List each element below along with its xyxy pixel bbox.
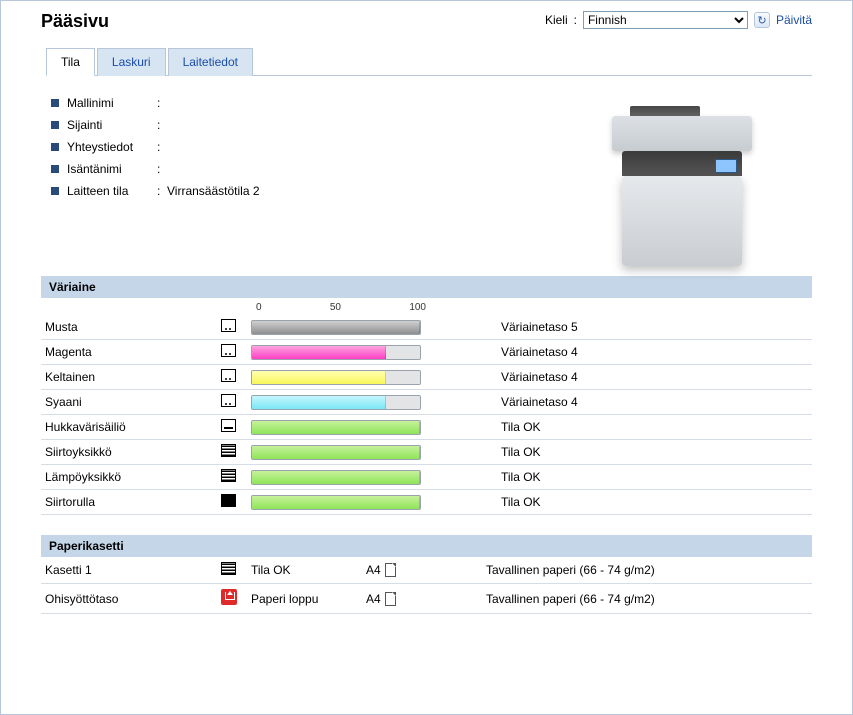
tray-row: Kasetti 1 Tila OKA4 Tavallinen paperi (66…: [41, 557, 812, 584]
tray-size: A4: [366, 592, 486, 606]
supply-status: Tila OK: [441, 470, 812, 484]
supply-name: Syaani: [41, 395, 221, 409]
supply-icon: [221, 344, 251, 360]
info-value: Virransäästötila 2: [167, 184, 260, 198]
section-tray-title: Paperikasetti: [41, 535, 812, 557]
page-title: Pääsivu: [41, 11, 109, 32]
refresh-icon[interactable]: ↻: [754, 12, 770, 28]
info-row-devicestatus: Laitteen tila : Virransäästötila 2: [51, 184, 260, 198]
supply-status: Tila OK: [441, 420, 812, 434]
scale-labels: 0 50 100: [256, 302, 426, 313]
info-row-contact: Yhteystiedot :: [51, 140, 260, 154]
trays-list: Kasetti 1Tila OKA4 Tavallinen paperi (66…: [41, 557, 812, 614]
tab-deviceinfo[interactable]: Laitetiedot: [168, 48, 253, 76]
supply-bar: [251, 420, 421, 435]
info-row-location: Sijainti :: [51, 118, 260, 132]
refresh-link[interactable]: Päivitä: [776, 13, 812, 27]
supply-icon: [221, 394, 251, 410]
supply-icon: [221, 319, 251, 335]
supplies-list: Musta Väriainetaso 5 Magenta Väriainetaso 4…: [41, 315, 812, 515]
supply-icon: [221, 494, 251, 510]
supply-name: Siirtorulla: [41, 495, 221, 509]
supply-row: Keltainen Väriainetaso 4: [41, 365, 812, 390]
language-label: Kieli: [545, 13, 568, 27]
tab-bar: Tila Laskuri Laitetiedot: [46, 47, 812, 76]
supply-status: Tila OK: [441, 445, 812, 459]
supply-icon: [221, 469, 251, 485]
tray-type: Tavallinen paperi (66 - 74 g/m2): [486, 592, 812, 606]
tray-ok-icon: [221, 562, 236, 575]
bullet-icon: [51, 121, 59, 129]
tray-type: Tavallinen paperi (66 - 74 g/m2): [486, 563, 812, 577]
supply-bar: [251, 445, 421, 460]
tray-size: A4: [366, 563, 486, 577]
supply-icon: [221, 444, 251, 460]
tab-status[interactable]: Tila: [46, 48, 95, 76]
supply-name: Lämpöyksikkö: [41, 470, 221, 484]
bullet-icon: [51, 143, 59, 151]
supply-row: Hukkavärisäiliö Tila OK: [41, 415, 812, 440]
supply-status: Väriainetaso 4: [441, 370, 812, 384]
supply-bar: [251, 495, 421, 510]
language-area: Kieli : Finnish ↻ Päivitä: [545, 11, 812, 29]
info-row-hostname: Isäntänimi :: [51, 162, 260, 176]
supply-status: Väriainetaso 5: [441, 320, 812, 334]
tray-error-icon: [221, 589, 237, 605]
tray-name: Kasetti 1: [41, 563, 221, 577]
tray-status: Tila OK: [251, 563, 366, 577]
language-select[interactable]: Finnish: [583, 11, 748, 29]
supply-icon: [221, 369, 251, 385]
tray-row: Ohisyöttötaso Paperi loppuA4 Tavallinen p…: [41, 584, 812, 614]
supply-name: Musta: [41, 320, 221, 334]
info-label: Sijainti: [67, 118, 157, 132]
tab-counter[interactable]: Laskuri: [97, 48, 166, 76]
supply-status: Väriainetaso 4: [441, 395, 812, 409]
supply-bar: [251, 320, 421, 335]
info-row-modelname: Mallinimi :: [51, 96, 260, 110]
supply-row: Syaani Väriainetaso 4: [41, 390, 812, 415]
supply-name: Siirtoyksikkö: [41, 445, 221, 459]
bullet-icon: [51, 187, 59, 195]
info-label: Laitteen tila: [67, 184, 157, 198]
supply-row: Siirtoyksikkö Tila OK: [41, 440, 812, 465]
device-info-list: Mallinimi : Sijainti : Yhteystiedot : Is…: [51, 96, 260, 266]
section-toner-title: Väriaine: [41, 276, 812, 298]
page-icon: [385, 592, 396, 606]
supply-bar: [251, 470, 421, 485]
supply-bar: [251, 345, 421, 360]
supply-row: Lämpöyksikkö Tila OK: [41, 465, 812, 490]
supply-icon: [221, 419, 251, 435]
supply-name: Keltainen: [41, 370, 221, 384]
supply-status: Tila OK: [441, 495, 812, 509]
page-icon: [385, 563, 396, 577]
supply-row: Siirtorulla Tila OK: [41, 490, 812, 515]
supply-row: Magenta Väriainetaso 4: [41, 340, 812, 365]
info-label: Isäntänimi: [67, 162, 157, 176]
bullet-icon: [51, 165, 59, 173]
bullet-icon: [51, 99, 59, 107]
supply-bar: [251, 395, 421, 410]
printer-image: [612, 96, 762, 266]
supply-bar: [251, 370, 421, 385]
tray-name: Ohisyöttötaso: [41, 592, 221, 606]
supply-row: Musta Väriainetaso 5: [41, 315, 812, 340]
supply-status: Väriainetaso 4: [441, 345, 812, 359]
info-label: Yhteystiedot: [67, 140, 157, 154]
info-label: Mallinimi: [67, 96, 157, 110]
supply-name: Magenta: [41, 345, 221, 359]
supply-name: Hukkavärisäiliö: [41, 420, 221, 434]
tray-status: Paperi loppu: [251, 592, 366, 606]
